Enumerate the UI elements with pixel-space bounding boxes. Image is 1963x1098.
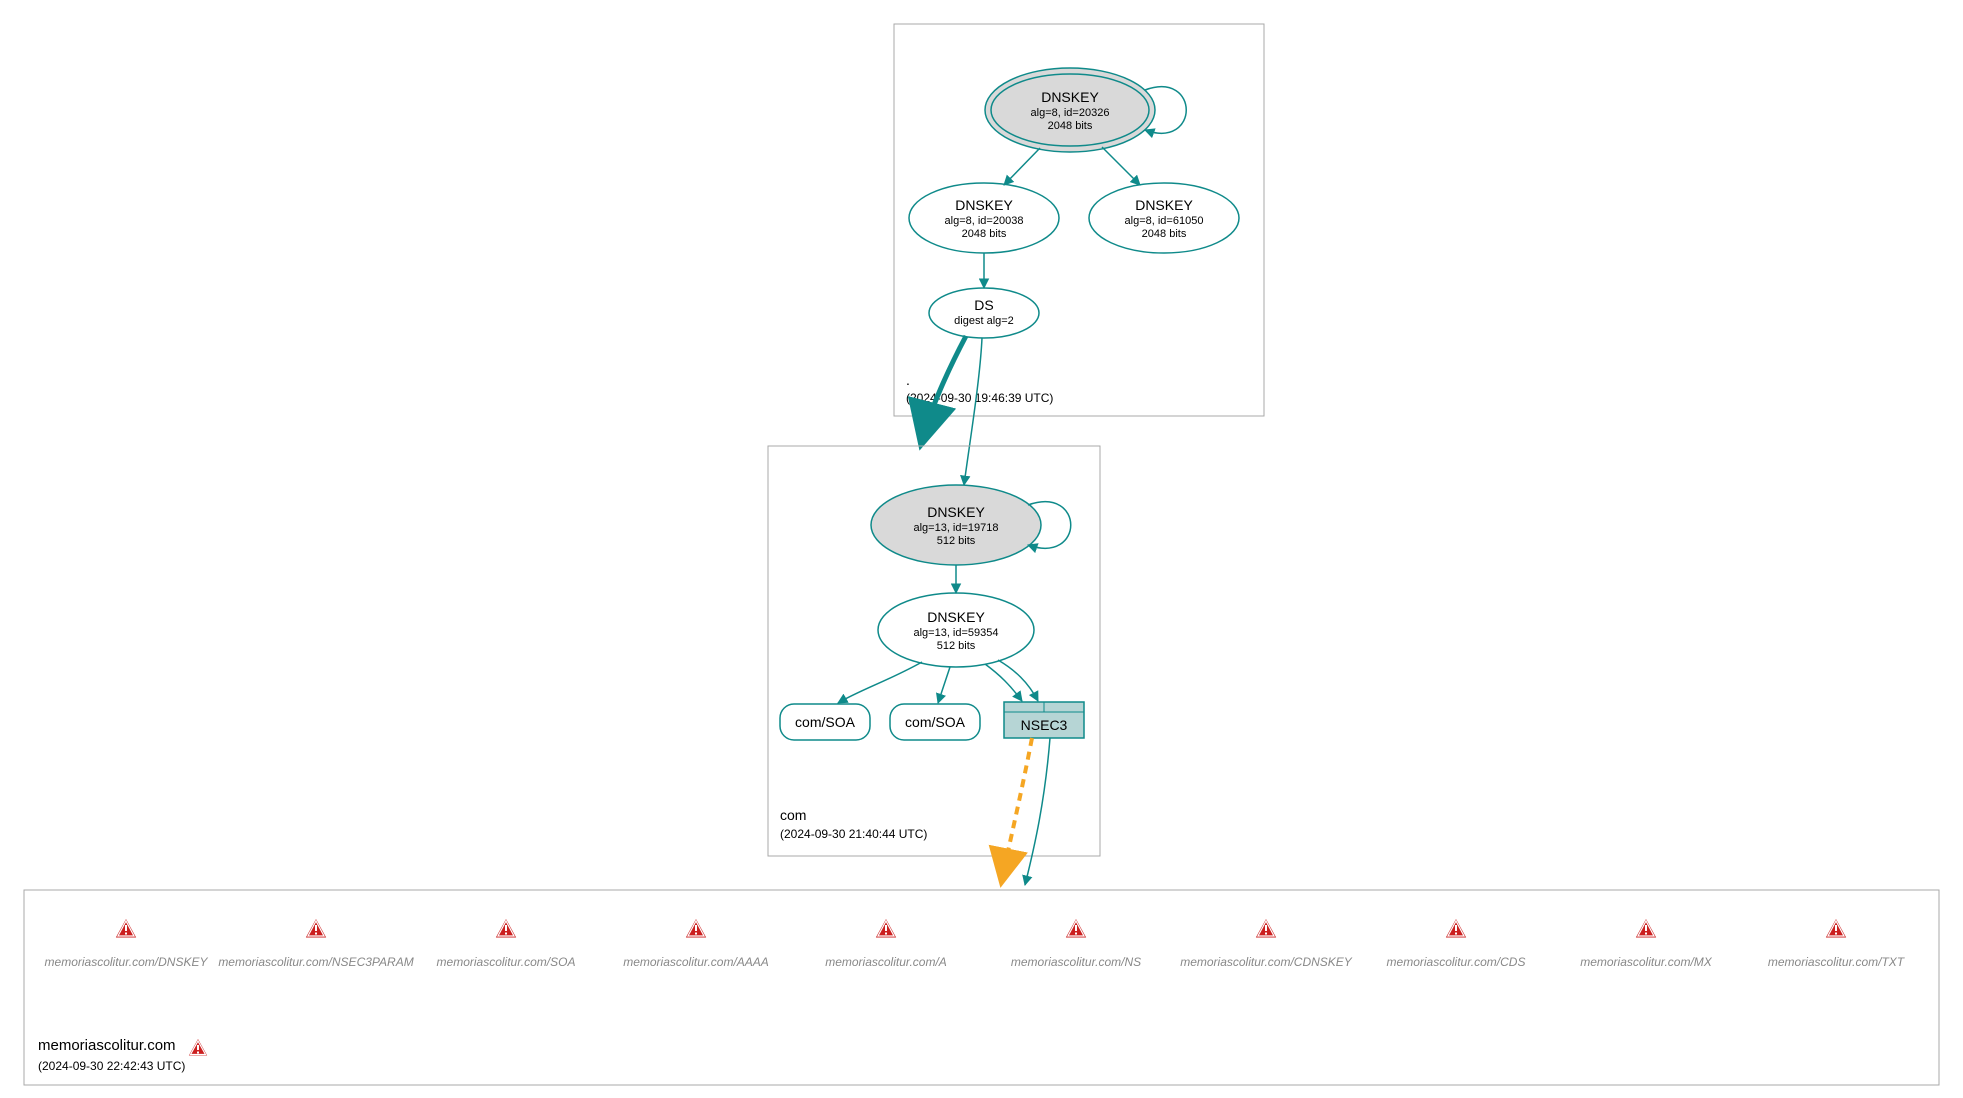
- edge-nsec3-to-domain: [1025, 738, 1050, 885]
- error-node: memoriascolitur.com/SOA: [437, 918, 576, 969]
- warning-icon: [115, 918, 137, 938]
- error-node: memoriascolitur.com/NSEC3PARAM: [218, 918, 413, 969]
- edge: [1004, 148, 1040, 185]
- error-label: memoriascolitur.com/TXT: [1768, 955, 1906, 969]
- node-root-zsk2: DNSKEY alg=8, id=61050 2048 bits: [1089, 183, 1239, 253]
- warning-icon: [1445, 918, 1467, 938]
- svg-text:NSEC3: NSEC3: [1021, 717, 1068, 733]
- error-label: memoriascolitur.com/NS: [1011, 955, 1141, 969]
- zone-domain: memoriascolitur.com/DNSKEY memoriascolitu…: [24, 890, 1939, 1085]
- error-label: memoriascolitur.com/NSEC3PARAM: [218, 955, 413, 969]
- zone-timestamp: (2024-09-30 19:46:39 UTC): [906, 391, 1053, 405]
- svg-text:2048 bits: 2048 bits: [962, 228, 1007, 240]
- error-node: memoriascolitur.com/A: [825, 918, 947, 969]
- svg-text:alg=13, id=59354: alg=13, id=59354: [913, 627, 998, 639]
- zone-root: DNSKEY alg=8, id=20326 2048 bits DNSKEY …: [894, 24, 1264, 416]
- edge: [985, 664, 1022, 701]
- node-title: DNSKEY: [1041, 89, 1099, 105]
- edge-delegation-warning: [1002, 738, 1032, 880]
- svg-text:512 bits: 512 bits: [937, 640, 976, 652]
- svg-text:DNSKEY: DNSKEY: [927, 609, 985, 625]
- warning-icon: [188, 1038, 208, 1056]
- error-node: memoriascolitur.com/DNSKEY: [45, 918, 209, 969]
- zone-com: DNSKEY alg=13, id=19718 512 bits DNSKEY …: [768, 446, 1100, 856]
- edge: [838, 662, 922, 703]
- edge: [938, 667, 950, 703]
- error-node: memoriascolitur.com/AAAA: [623, 918, 769, 969]
- warning-icon: [685, 918, 707, 938]
- error-node: memoriascolitur.com/CDNSKEY: [1180, 918, 1353, 969]
- node-com-soa2: com/SOA: [890, 704, 980, 740]
- error-label: memoriascolitur.com/CDS: [1387, 955, 1526, 969]
- zone-timestamp: (2024-09-30 22:42:43 UTC): [38, 1059, 185, 1073]
- warning-icon: [1065, 918, 1087, 938]
- node-root-zsk1: DNSKEY alg=8, id=20038 2048 bits: [909, 183, 1059, 253]
- edge-delegation-large: [922, 336, 966, 441]
- svg-text:DNSKEY: DNSKEY: [955, 197, 1013, 213]
- error-node: memoriascolitur.com/TXT: [1768, 918, 1906, 969]
- node-com-soa1: com/SOA: [780, 704, 870, 740]
- svg-text:alg=8, id=61050: alg=8, id=61050: [1125, 215, 1204, 227]
- svg-text:digest alg=2: digest alg=2: [954, 315, 1014, 327]
- node-com-zsk: DNSKEY alg=13, id=59354 512 bits: [878, 593, 1034, 667]
- edge-ds-to-ksk: [964, 338, 982, 485]
- svg-text:512 bits: 512 bits: [937, 535, 976, 547]
- svg-text:alg=8, id=20038: alg=8, id=20038: [945, 215, 1024, 227]
- svg-text:com/SOA: com/SOA: [905, 714, 966, 730]
- node-root-ksk: DNSKEY alg=8, id=20326 2048 bits: [985, 68, 1155, 152]
- node-com-nsec3: NSEC3: [1004, 702, 1084, 738]
- error-node: memoriascolitur.com/NS: [1011, 918, 1141, 969]
- error-node: memoriascolitur.com/MX: [1580, 918, 1713, 969]
- warning-icon: [875, 918, 897, 938]
- node-sub: 2048 bits: [1048, 120, 1093, 132]
- svg-text:DNSKEY: DNSKEY: [1135, 197, 1193, 213]
- svg-text:alg=13, id=19718: alg=13, id=19718: [913, 522, 998, 534]
- svg-text:DNSKEY: DNSKEY: [927, 504, 985, 520]
- zone-label: com: [780, 807, 806, 823]
- warning-icon: [1825, 918, 1847, 938]
- node-root-ds: DS digest alg=2: [929, 288, 1039, 338]
- error-label: memoriascolitur.com/CDNSKEY: [1180, 955, 1353, 969]
- zone-label: memoriascolitur.com: [38, 1037, 176, 1054]
- node-com-ksk: DNSKEY alg=13, id=19718 512 bits: [871, 485, 1041, 565]
- zone-timestamp: (2024-09-30 21:40:44 UTC): [780, 827, 927, 841]
- edge: [1102, 147, 1140, 185]
- zone-label: .: [906, 372, 910, 388]
- warning-icon: [305, 918, 327, 938]
- error-node: memoriascolitur.com/CDS: [1387, 918, 1526, 969]
- error-label: memoriascolitur.com/DNSKEY: [45, 955, 209, 969]
- error-label: memoriascolitur.com/AAAA: [623, 955, 769, 969]
- error-label: memoriascolitur.com/A: [825, 955, 947, 969]
- warning-icon: [495, 918, 517, 938]
- dnssec-diagram: DNSKEY alg=8, id=20326 2048 bits DNSKEY …: [10, 10, 1953, 1088]
- error-label: memoriascolitur.com/MX: [1580, 955, 1713, 969]
- warning-icon: [1635, 918, 1657, 938]
- svg-text:com/SOA: com/SOA: [795, 714, 856, 730]
- warning-icon: [1255, 918, 1277, 938]
- node-sub: alg=8, id=20326: [1031, 107, 1110, 119]
- svg-text:2048 bits: 2048 bits: [1142, 228, 1187, 240]
- error-label: memoriascolitur.com/SOA: [437, 955, 576, 969]
- svg-text:DS: DS: [974, 297, 993, 313]
